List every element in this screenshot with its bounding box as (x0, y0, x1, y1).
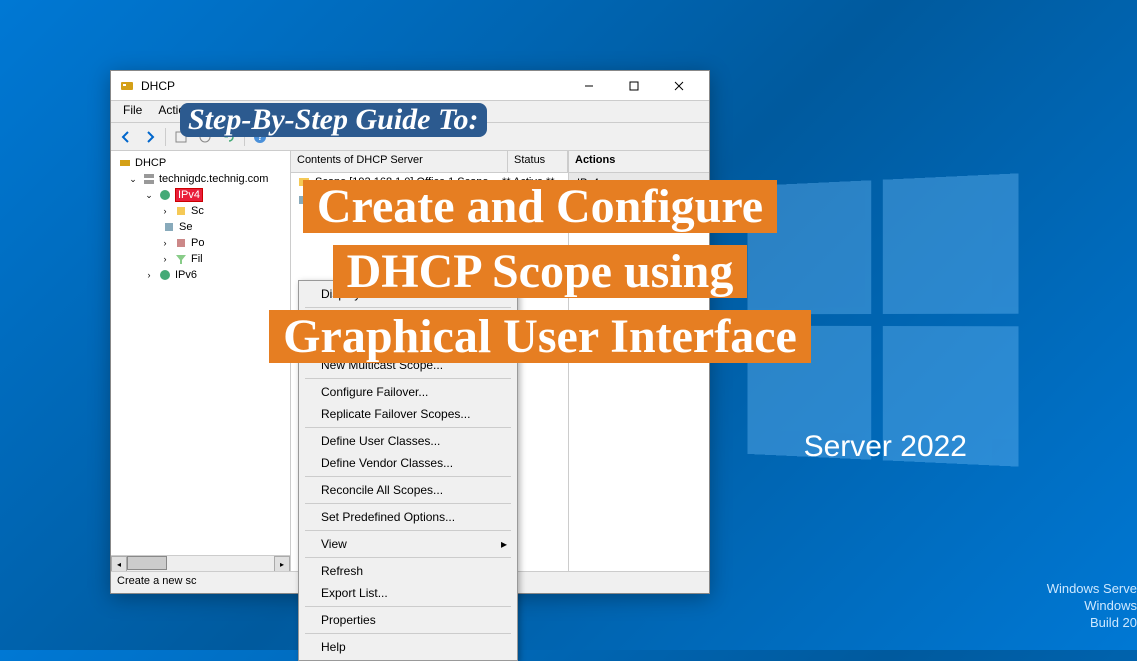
separator (305, 606, 511, 607)
ctx-properties[interactable]: Properties (301, 609, 515, 631)
minimize-button[interactable] (566, 72, 611, 100)
actions-header: Actions (569, 151, 709, 173)
overlay-server-text: Server 2022 (804, 430, 967, 464)
separator (305, 427, 511, 428)
tree-root-dhcp[interactable]: DHCP (115, 155, 286, 171)
ctx-configure-failover[interactable]: Configure Failover... (301, 381, 515, 403)
col-contents[interactable]: Contents of DHCP Server (291, 151, 508, 172)
separator (305, 633, 511, 634)
back-button[interactable] (115, 126, 137, 148)
separator (305, 476, 511, 477)
overlay-guide-text: Step-By-Step Guide To: (180, 103, 487, 137)
ctx-refresh[interactable]: Refresh (301, 560, 515, 582)
menu-file[interactable]: File (115, 101, 150, 122)
tree-root-label: DHCP (135, 157, 166, 169)
ctx-export-list[interactable]: Export List... (301, 582, 515, 604)
ctx-reconcile[interactable]: Reconcile All Scopes... (301, 479, 515, 501)
scroll-left-icon[interactable]: ◂ (111, 556, 127, 571)
window-title: DHCP (141, 79, 566, 93)
separator (305, 557, 511, 558)
scroll-thumb[interactable] (127, 556, 167, 570)
expander-icon[interactable]: ⌄ (127, 173, 139, 185)
ctx-vendor-classes[interactable]: Define Vendor Classes... (301, 452, 515, 474)
ctx-replicate-failover[interactable]: Replicate Failover Scopes... (301, 403, 515, 425)
scroll-right-icon[interactable]: ▸ (274, 556, 290, 571)
titlebar[interactable]: DHCP (111, 71, 709, 101)
col-status[interactable]: Status (508, 151, 568, 172)
maximize-button[interactable] (611, 72, 656, 100)
forward-button[interactable] (139, 126, 161, 148)
ctx-help[interactable]: Help (301, 636, 515, 658)
close-button[interactable] (656, 72, 701, 100)
separator (305, 530, 511, 531)
ctx-predefined-options[interactable]: Set Predefined Options... (301, 506, 515, 528)
separator (305, 503, 511, 504)
ctx-user-classes[interactable]: Define User Classes... (301, 430, 515, 452)
separator (305, 378, 511, 379)
overlay-main-title: Create and Configure DHCP Scope using Gr… (145, 175, 935, 369)
dhcp-app-icon (119, 78, 135, 94)
desktop-watermark: Windows Serve Windows Build 20 (1047, 581, 1137, 632)
list-header: Contents of DHCP Server Status (291, 151, 568, 173)
ctx-view[interactable]: View (301, 533, 515, 555)
tree-scrollbar[interactable]: ◂ ▸ (111, 555, 290, 571)
dhcp-root-icon (118, 156, 132, 170)
